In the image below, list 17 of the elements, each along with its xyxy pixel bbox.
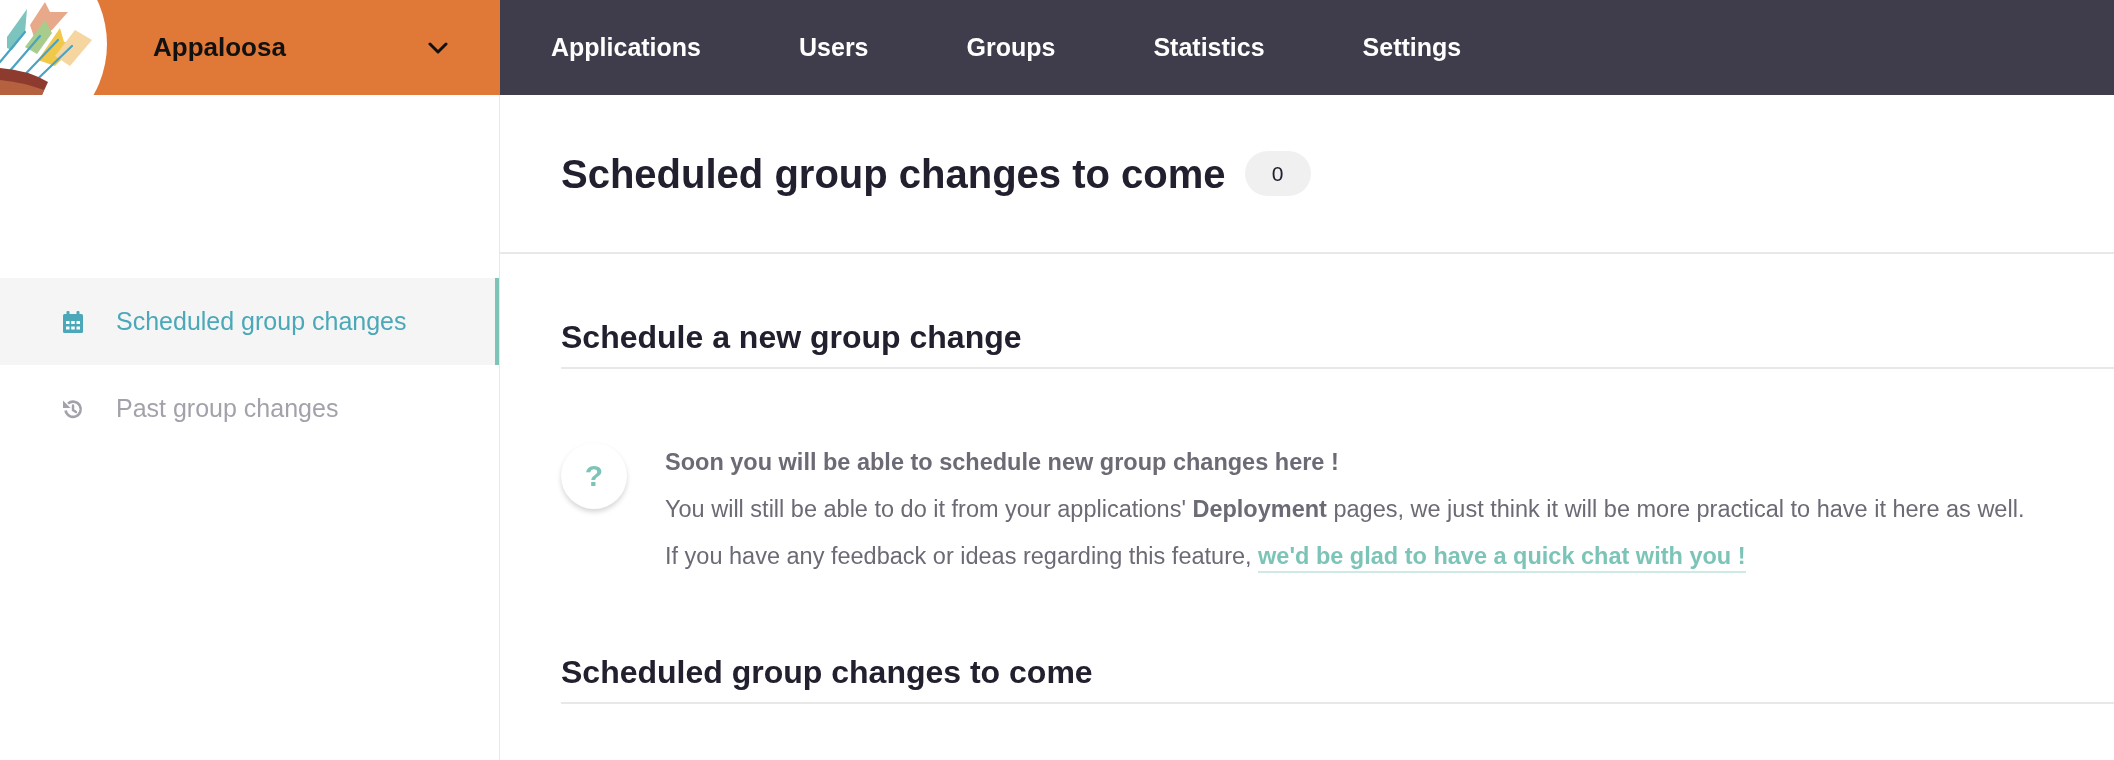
count-badge: 0: [1244, 151, 1311, 196]
notice-title: Soon you will be able to schedule new group changes here !: [665, 448, 1339, 477]
calendar-icon: [61, 309, 85, 334]
section-heading: Scheduled group changes to come: [561, 653, 1093, 692]
nav-link[interactable]: Settings: [1362, 29, 1462, 66]
org-switcher[interactable]: Appaloosa: [0, 0, 500, 95]
nav-link[interactable]: Users: [799, 29, 869, 66]
nav-link[interactable]: Groups: [966, 29, 1056, 66]
section-heading: Schedule a new group change: [561, 318, 1022, 357]
help-icon: ?: [561, 443, 627, 509]
feedback-text: If you have any feedback or ideas regarding this feature, we'd be glad to have a quick chat with you !: [665, 533, 1746, 580]
notice-text: You will still be able to do it from your applications' Deployment pages, we just think it will be more practical to have it here as well.: [665, 495, 2025, 524]
nav-link[interactable]: Statistics: [1153, 29, 1265, 66]
page-title: Scheduled group changes to come: [561, 150, 1226, 198]
logo-icon: [0, 0, 110, 95]
chevron-down-icon: [428, 41, 448, 54]
nav-link[interactable]: Applications: [551, 29, 701, 66]
